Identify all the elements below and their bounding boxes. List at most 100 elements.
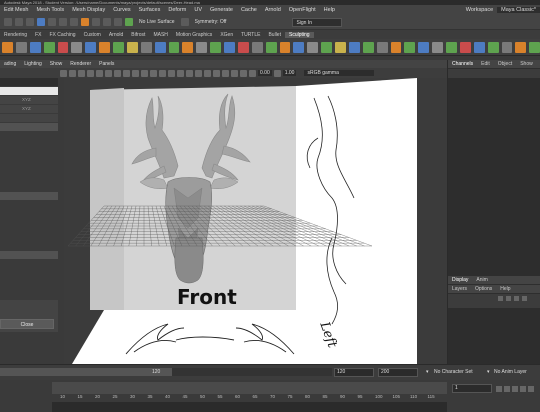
shelf-tool-icon[interactable] [265,41,277,53]
shelf-tool-icon[interactable] [418,41,430,53]
select-mode-icon[interactable] [4,18,12,26]
anim-layer-icon[interactable]: ▾ [487,369,490,375]
shelf-tool-icon[interactable] [140,41,152,53]
snap-view-icon[interactable] [70,18,78,26]
safe-action-icon[interactable] [141,69,148,77]
character-set-dropdown[interactable]: No Character Set [434,369,473,375]
render-settings-icon[interactable] [103,18,111,26]
shelf-tool-icon[interactable] [515,41,527,53]
shelf-tab-turtle[interactable]: TURTLE [237,32,264,38]
tab-display[interactable]: Display [448,277,472,283]
shelf-tab-bifrost[interactable]: Bifrost [127,32,149,38]
tab-object[interactable]: Object [494,61,516,67]
panel-menu-lighting[interactable]: Lighting [20,61,46,67]
menu-deform[interactable]: Deform [164,7,190,13]
shelf-tool-icon[interactable] [432,41,443,53]
step-back-icon[interactable] [504,386,510,392]
shelf-tool-icon[interactable] [71,41,83,53]
tab-channels[interactable]: Channels [448,61,477,67]
shelf-tool-icon[interactable] [293,41,305,53]
range-bar[interactable] [0,368,172,376]
shelf-tab-rendering[interactable]: Rendering [0,32,31,38]
animation-end-field[interactable]: 200 [378,368,418,377]
shelf-tool-icon[interactable] [29,41,41,53]
wireframe-on-shaded-icon[interactable] [168,69,175,77]
menu-surfaces[interactable]: Surfaces [135,7,165,13]
shelf-tool-icon[interactable] [473,41,485,53]
tab-edit[interactable]: Edit [477,61,494,67]
new-layer-icon[interactable] [514,295,519,301]
lights-icon[interactable] [186,69,193,77]
new-layer-selected-icon[interactable] [522,295,527,301]
panel-menu-shading[interactable]: ading [0,61,20,67]
panel-menu-renderer[interactable]: Renderer [66,61,95,67]
workspace-dropdown[interactable]: Maya Classic* [497,7,540,13]
sign-in-button[interactable]: Sign In [292,17,343,27]
close-button[interactable]: Close [0,319,54,329]
gamma-field[interactable]: 1.00 [282,70,297,76]
camera-icon[interactable] [60,69,67,77]
gamma-icon[interactable] [273,69,281,77]
live-surface-icon[interactable] [125,18,133,26]
shelf-tool-icon[interactable] [251,41,263,53]
lasso-icon[interactable] [15,18,23,26]
panel-menu-show[interactable]: Show [46,61,67,67]
shelf-tool-icon[interactable] [99,41,110,53]
shelf-tab-mash[interactable]: MASH [149,32,171,38]
current-frame-field[interactable]: 1 [452,384,492,393]
panel-list-area[interactable] [0,260,58,300]
shelf-tool-icon[interactable] [196,41,208,53]
snap-curve-icon[interactable] [48,18,56,26]
shelf-tool-icon[interactable] [113,41,124,53]
shelf-tool-icon[interactable] [321,41,332,53]
gate-mask-icon[interactable] [123,69,130,77]
shelf-tool-icon[interactable] [501,41,513,53]
image-plane-icon[interactable] [87,69,94,77]
color-space-dropdown[interactable]: sRGB gamma [304,70,375,76]
snap-grid-icon[interactable] [37,18,45,26]
shelf-tool-icon[interactable] [182,41,194,53]
tab-anim[interactable]: Anim [472,277,491,283]
shelf-tool-icon[interactable] [404,41,416,53]
menu-mesh-tools[interactable]: Mesh Tools [32,7,68,13]
shelf-tool-icon[interactable] [529,41,540,53]
symmetry-dropdown[interactable]: Symmetry: Off [192,19,230,25]
shelf-tool-icon[interactable] [43,41,55,53]
anim-layer-dropdown[interactable]: No Anim Layer [494,369,527,375]
shelf-tool-icon[interactable] [85,41,97,53]
wireframe-icon[interactable] [150,69,157,77]
range-end-field[interactable]: 120 [334,368,374,377]
antialias-icon[interactable] [240,69,247,77]
panel-list-area[interactable] [0,132,58,192]
shelf-tool-icon[interactable] [210,41,221,53]
shelf-tool-icon[interactable] [307,41,319,53]
shelf-tab-sculpting[interactable]: Sculpting [284,31,314,38]
layer-up-icon[interactable] [498,295,503,301]
menu-help-layers[interactable]: Help [496,286,514,292]
film-gate-icon[interactable] [105,69,112,77]
shelf-tab-motion-graphics[interactable]: Motion Graphics [172,32,216,38]
textured-icon[interactable] [177,69,184,77]
shelf-tool-icon[interactable] [376,41,388,53]
shelf-tool-icon[interactable] [348,41,360,53]
character-set-icon[interactable]: ▾ [426,369,429,375]
menu-options[interactable]: Options [471,286,496,292]
tab-show[interactable]: Show [516,61,537,67]
shelf-tool-icon[interactable] [446,41,457,53]
paint-select-icon[interactable] [26,18,34,26]
symmetry-icon[interactable] [180,18,189,26]
shelf-tool-icon[interactable] [390,41,402,53]
menu-uv[interactable]: UV [190,7,206,13]
ambient-occlusion-icon[interactable] [222,69,229,77]
xray-icon[interactable] [204,69,211,77]
play-forward-icon[interactable] [520,386,526,392]
play-back-icon[interactable] [512,386,518,392]
live-surface-field[interactable]: No Live Surface [136,19,178,25]
shelf-tool-icon[interactable] [154,41,166,53]
resolution-gate-icon[interactable] [114,69,121,77]
shelf-tool-icon[interactable] [2,41,13,53]
menu-layers[interactable]: Layers [448,286,471,292]
hypershade-icon[interactable] [114,18,122,26]
shelf-tab-fx[interactable]: FX [31,32,45,38]
layer-list[interactable] [448,308,540,364]
